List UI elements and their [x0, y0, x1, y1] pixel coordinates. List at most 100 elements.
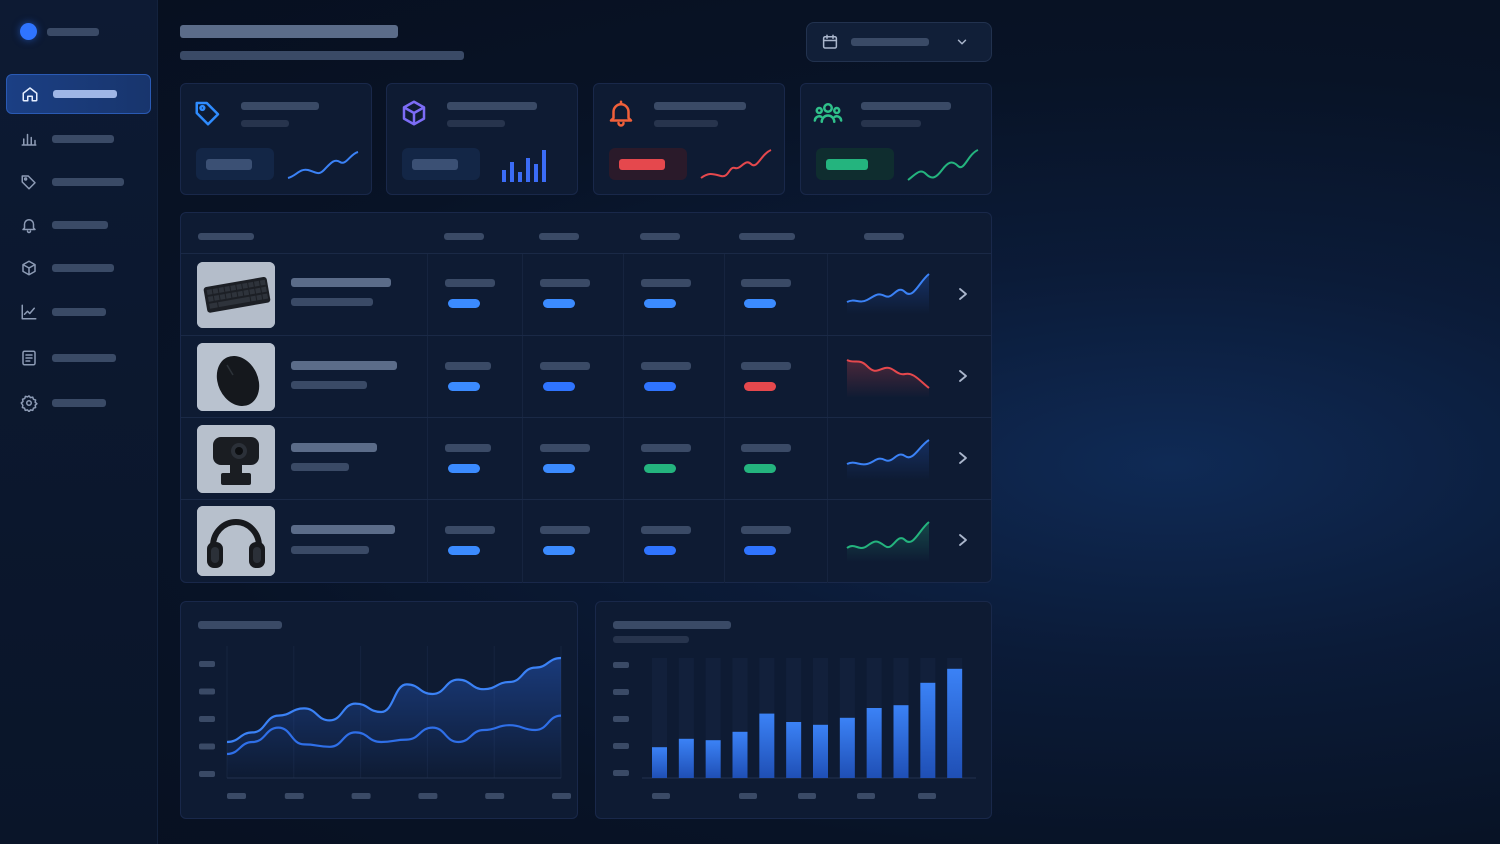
date-range-placeholder [851, 38, 929, 46]
kpi-bar-spark [502, 150, 546, 182]
spark-bar [526, 158, 530, 182]
kpi-sparkline [287, 151, 359, 179]
sidebar-item-home[interactable] [6, 74, 151, 114]
kpi-card-products[interactable] [386, 83, 578, 195]
series-area [227, 658, 561, 778]
y-tick-label [613, 689, 629, 695]
calendar-icon [822, 34, 838, 49]
bar-chart [613, 658, 976, 799]
status-pill [744, 546, 776, 555]
chevron-right-icon[interactable] [957, 451, 969, 465]
sidebar-item-label [52, 399, 106, 407]
column-divider [827, 418, 828, 499]
cell-value-placeholder [445, 362, 491, 370]
kpi-card-alerts[interactable] [593, 83, 785, 195]
table-row[interactable] [181, 253, 991, 335]
table-row[interactable] [181, 335, 991, 417]
x-tick-label [798, 793, 816, 799]
spark-bar [534, 164, 538, 182]
column-header-trend[interactable] [864, 233, 904, 240]
product-sku-placeholder [291, 381, 367, 389]
column-divider [522, 500, 523, 583]
sidebar-item-notifications[interactable] [6, 205, 151, 245]
column-divider [522, 418, 523, 499]
cell-value-placeholder [445, 444, 491, 452]
cell-value-placeholder [641, 279, 691, 287]
column-header-4[interactable] [739, 233, 795, 240]
brand[interactable] [20, 23, 99, 40]
column-header-product[interactable] [198, 233, 254, 240]
table-row[interactable] [181, 417, 991, 499]
kpi-card-users[interactable] [800, 83, 992, 195]
kpi-title-placeholder [447, 102, 537, 110]
column-header-1[interactable] [444, 233, 484, 240]
kpi-card-pricing[interactable] [180, 83, 372, 195]
kpi-value-badge [196, 148, 274, 180]
status-pill [448, 464, 480, 473]
line-chart-icon [21, 304, 37, 320]
row-trend-sparkline [846, 273, 930, 314]
home-icon [22, 87, 38, 102]
cell-value-placeholder [741, 444, 791, 452]
page-subtitle-placeholder [180, 51, 464, 60]
line-chart-card [180, 601, 578, 819]
x-tick-label [918, 793, 936, 799]
kpi-value-badge [402, 148, 480, 180]
sidebar-item-documents[interactable] [6, 338, 151, 378]
users-group-icon [813, 103, 843, 123]
bar [893, 705, 909, 778]
sidebar-item-analytics[interactable] [6, 119, 151, 159]
status-pill [543, 382, 575, 391]
chevron-right-icon[interactable] [957, 287, 969, 301]
sidebar-item-label [52, 308, 106, 316]
product-sku-placeholder [291, 298, 373, 306]
sidebar-item-reports[interactable] [6, 292, 151, 332]
column-header-3[interactable] [640, 233, 680, 240]
date-range-picker[interactable] [806, 22, 992, 62]
kpi-title-placeholder [654, 102, 746, 110]
product-thumbnail-keyboard [197, 262, 275, 328]
status-pill [744, 299, 776, 308]
table-row[interactable] [181, 499, 991, 583]
column-divider [827, 336, 828, 417]
chevron-down-icon [957, 39, 967, 45]
bar [759, 713, 775, 778]
product-name-placeholder [291, 443, 377, 452]
kpi-title-placeholder [861, 102, 951, 110]
bar [839, 717, 855, 778]
status-pill [448, 382, 480, 391]
cell-value-placeholder [540, 362, 590, 370]
column-divider [827, 254, 828, 335]
column-divider [623, 254, 624, 335]
kpi-title-placeholder [241, 102, 319, 110]
bar [813, 724, 828, 778]
tag-icon [21, 175, 36, 190]
kpi-subtitle-placeholder [241, 120, 289, 127]
sidebar-item-label [52, 178, 124, 186]
column-header-2[interactable] [539, 233, 579, 240]
sidebar-item-settings[interactable] [6, 383, 151, 423]
status-pill [543, 546, 575, 555]
x-tick-label [418, 793, 438, 799]
spark-bar [518, 172, 522, 182]
row-trend-sparkline [846, 359, 930, 398]
y-tick-label [613, 743, 629, 749]
status-pill [543, 464, 575, 473]
bar [732, 731, 748, 778]
sidebar-item-label [52, 135, 114, 143]
sidebar-item-tags[interactable] [6, 162, 151, 202]
bell-alert-icon [609, 100, 633, 127]
column-divider [724, 500, 725, 583]
y-tick-label [199, 771, 215, 777]
product-sku-placeholder [291, 546, 369, 554]
box-icon [22, 260, 36, 276]
product-thumbnail-mouse [197, 343, 275, 411]
keyboard-image [197, 262, 275, 328]
sidebar-item-inventory[interactable] [6, 248, 151, 288]
spark-bar [502, 170, 506, 182]
price-tag-icon [195, 101, 220, 126]
chevron-right-icon[interactable] [957, 533, 969, 547]
status-pill [744, 382, 776, 391]
chevron-right-icon[interactable] [957, 369, 969, 383]
status-pill [644, 546, 676, 555]
